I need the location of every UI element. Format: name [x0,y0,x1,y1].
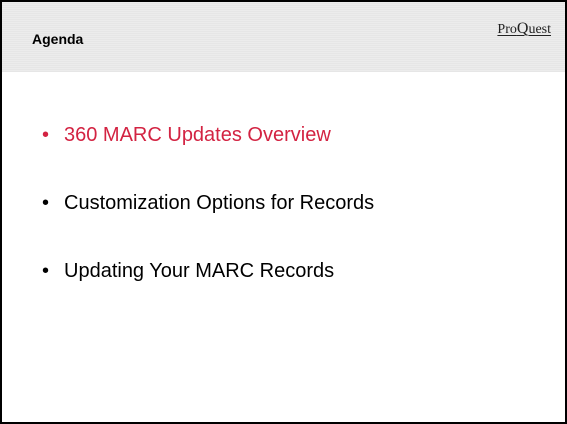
bullet-icon: • [42,124,50,146]
slide-header: Agenda ProQuest [2,2,565,72]
bullet-icon: • [42,260,50,282]
slide: Agenda ProQuest • 360 MARC Updates Overv… [0,0,567,424]
agenda-item-marc-updates-overview: • 360 MARC Updates Overview [42,118,374,153]
agenda-item-label: Updating Your MARC Records [64,260,335,282]
slide-title: Agenda [32,31,84,47]
logo-suffix: uest [528,22,551,37]
logo-prefix: Pro [497,22,517,37]
agenda-item-updating-marc-records: • Updating Your MARC Records [42,254,374,289]
agenda-item-label: 360 MARC Updates Overview [64,124,331,146]
agenda-list: • 360 MARC Updates Overview • Customizat… [42,118,374,322]
agenda-item-label: Customization Options for Records [64,192,375,214]
bullet-icon: • [42,192,50,214]
logo-q: Q [516,20,529,37]
proquest-logo: ProQuest [497,20,551,38]
agenda-item-customization-options: • Customization Options for Records [42,186,374,221]
